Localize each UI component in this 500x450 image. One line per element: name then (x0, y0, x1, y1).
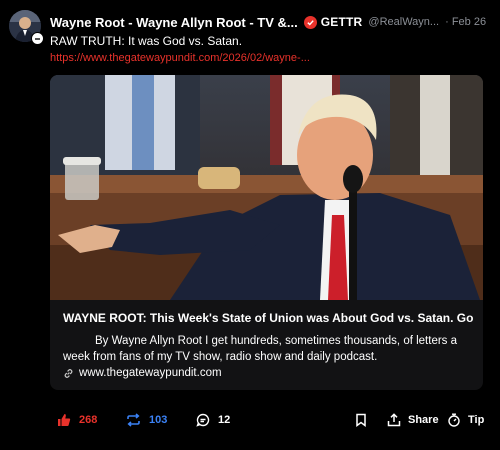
share-icon (387, 413, 401, 427)
card-domain-text: www.thegatewaypundit.com (79, 367, 222, 379)
card-description-text: By Wayne Allyn Root I get hundreds, some… (63, 335, 458, 363)
post-text: RAW TRUTH: It was God vs. Satan. (50, 34, 243, 48)
share-label: Share (408, 414, 439, 426)
card-title[interactable]: WAYNE ROOT: This Week's State of Union w… (63, 311, 473, 325)
post-header: Wayne Root - Wayne Allyn Root - TV &... … (50, 13, 490, 31)
card-description: By Wayne Allyn Root I get hundreds, some… (63, 333, 475, 365)
card-domain[interactable]: www.thegatewaypundit.com (63, 367, 222, 379)
bookmark-button[interactable] (355, 405, 367, 435)
repost-count: 103 (149, 414, 168, 426)
repost-button[interactable]: 103 (126, 405, 167, 435)
like-button[interactable]: 268 (57, 405, 97, 435)
like-icon (57, 413, 71, 427)
comment-count: 12 (218, 414, 231, 426)
platform-name: GETTR (320, 15, 363, 29)
comment-icon (196, 413, 210, 427)
post: Wayne Root - Wayne Allyn Root - TV &... … (0, 0, 500, 450)
avatar-badge (31, 32, 44, 45)
post-date: · Feb 26 (445, 16, 487, 28)
link-icon (63, 368, 74, 379)
post-date-text: Feb 26 (451, 16, 487, 28)
comment-button[interactable]: 12 (196, 405, 230, 435)
tip-label: Tip (468, 414, 485, 426)
post-link[interactable]: https://www.thegatewaypundit.com/2026/02… (50, 52, 310, 64)
tip-icon (447, 413, 461, 427)
verified-check-icon (303, 15, 317, 29)
user-handle[interactable]: @RealWayn... (368, 16, 439, 28)
card-image[interactable] (50, 75, 483, 300)
tip-button[interactable]: Tip (447, 405, 484, 435)
link-preview-card[interactable]: WAYNE ROOT: This Week's State of Union w… (50, 75, 483, 390)
action-bar: 268 103 12 Share Tip (0, 405, 500, 435)
bookmark-icon (355, 413, 367, 427)
share-button[interactable]: Share (387, 405, 439, 435)
display-name[interactable]: Wayne Root - Wayne Allyn Root - TV &... (50, 15, 298, 30)
repost-icon (126, 413, 141, 427)
like-count: 268 (79, 414, 98, 426)
